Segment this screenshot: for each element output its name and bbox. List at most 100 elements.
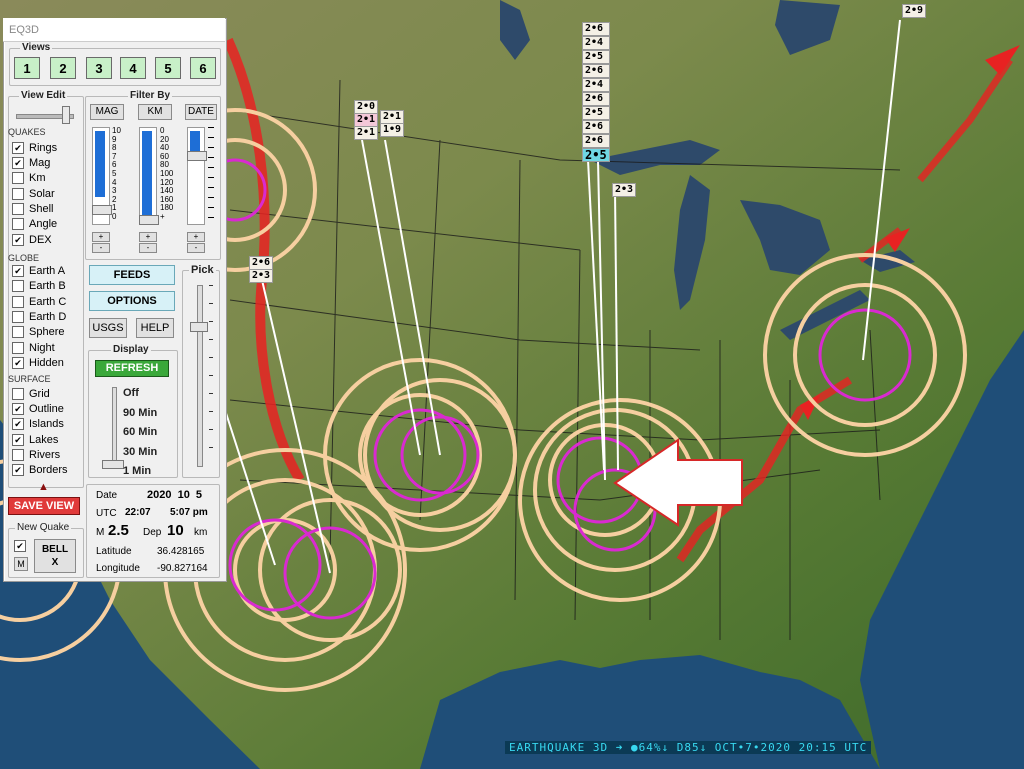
up-arrow-icon: ▲ [38,481,49,493]
checkbox-earth-d[interactable]: Earth D [12,310,66,324]
mag-tag: 2•4 [582,78,610,92]
checkbox-hidden[interactable]: ✔ Hidden [12,356,64,370]
pick-slider-track[interactable] [197,285,203,467]
filter-date-button[interactable]: DATE [185,104,217,120]
filter-km-button[interactable]: KM [138,104,172,120]
mag-scale: 10 9 8 7 6 5 4 3 2 1 0 [112,126,121,222]
checkbox-lakes[interactable]: ✔ Lakes [12,433,58,447]
display-slider-thumb[interactable] [102,460,124,469]
longitude-value: -90.827164 [157,563,208,574]
mag-tag: 2•6 [249,256,274,270]
checkbox-earth-b[interactable]: Earth B [12,279,66,293]
check-mark: ✔ [12,464,24,477]
view-edit-slider-thumb[interactable] [62,106,70,124]
display-option[interactable]: 60 Min [123,423,157,443]
km-slider-thumb[interactable] [139,215,159,225]
checkbox-new-quake[interactable]: ✔ [14,539,31,553]
check-empty [12,203,24,216]
checkbox-dex[interactable]: ✔ DEX [12,233,52,247]
checkbox-islands[interactable]: ✔ Islands [12,417,64,431]
options-button[interactable]: OPTIONS [89,291,175,311]
date-value: 2020 10 5 [147,489,203,501]
bell-button[interactable]: BELL X [34,539,76,573]
checkbox-km[interactable]: Km [12,171,46,185]
display-label: Display [111,344,151,356]
mag-tag: 2•9 [902,4,927,18]
date-scale [208,127,214,223]
dep-unit: km [194,527,208,538]
pick-ticks [209,285,213,465]
mag-label: M [96,527,105,538]
bell-x: X [51,557,59,568]
help-button[interactable]: HELP [136,318,174,338]
mag-plus-button[interactable]: + [92,232,110,242]
mag-minus-button[interactable]: - [92,243,110,253]
mag-tag: 2•6 [582,22,610,36]
checkbox-night[interactable]: Night [12,341,55,355]
date-plus-button[interactable]: + [187,232,205,242]
mag-tag: 2•1 [354,126,379,140]
display-option[interactable]: 30 Min [123,443,157,463]
mag-tick: 0 [112,211,117,221]
bell-label: BELL [41,544,69,555]
utc-label: UTC [96,508,117,519]
checkbox-rivers[interactable]: Rivers [12,448,60,462]
save-view-button[interactable]: SAVE VIEW [8,497,80,515]
mag-tag: 2•6 [582,134,610,148]
filter-mag-button[interactable]: MAG [90,104,124,120]
km-slider-fill [142,131,152,217]
mag-tag: 2•4 [582,36,610,50]
date-slider-thumb[interactable] [187,151,207,161]
mag-slider-thumb[interactable] [92,205,112,215]
display-options: Off 90 Min 60 Min 30 Min 1 Min [123,384,157,482]
checkbox-angle[interactable]: Angle [12,217,57,231]
view-button-6[interactable]: 6 [190,57,216,79]
check-empty [12,311,24,324]
checkbox-solar[interactable]: Solar [12,187,55,201]
filter-label: Filter By [128,90,173,102]
view-button-2[interactable]: 2 [50,57,76,79]
usgs-button[interactable]: USGS [89,318,127,338]
refresh-button[interactable]: REFRESH [95,360,169,377]
pick-slider-thumb[interactable] [190,322,208,332]
view-button-1[interactable]: 1 [14,57,40,79]
dep-label: Dep [143,527,162,538]
checkbox-earth-c[interactable]: Earth C [12,295,66,309]
display-option[interactable]: Off [123,384,157,404]
local-time: 5:07 pm [170,507,208,518]
checkbox-outline[interactable]: ✔ Outline [12,402,64,416]
mag-tag: 2•1 [354,113,379,127]
check-empty [12,342,24,355]
km-minus-button[interactable]: - [139,243,157,253]
check-empty [12,188,24,201]
globe-section-label: GLOBE [8,253,40,263]
display-option[interactable]: 1 Min [123,462,157,482]
mag-tag: 2•3 [249,269,274,283]
quakes-section-label: QUAKES [8,127,46,137]
date-minus-button[interactable]: - [187,243,205,253]
checkbox-earth-a[interactable]: ✔ Earth A [12,264,65,278]
pick-label: Pick [189,264,216,276]
check-mark: ✔ [14,540,26,553]
feeds-button[interactable]: FEEDS [89,265,175,285]
view-button-3[interactable]: 3 [86,57,112,79]
km-plus-button[interactable]: + [139,232,157,242]
mag-tag: 2•6 [582,64,610,78]
checkbox-shell[interactable]: Shell [12,202,53,216]
checkbox-sphere[interactable]: Sphere [12,325,64,339]
check-empty [12,296,24,309]
check-mark: ✔ [12,434,24,447]
m-button[interactable]: M [14,557,28,571]
view-button-4[interactable]: 4 [120,57,146,79]
checkbox-mag[interactable]: ✔ Mag [12,156,50,170]
display-option[interactable]: 90 Min [123,404,157,424]
checkbox-rings[interactable]: ✔ Rings [12,141,57,155]
check-mark: ✔ [12,157,24,170]
mag-value: 2.5 [108,522,129,539]
checkbox-grid[interactable]: Grid [12,387,50,401]
display-slider-track[interactable] [112,387,117,467]
check-mark: ✔ [12,403,24,416]
view-button-5[interactable]: 5 [155,57,181,79]
mag-tag: 2•5 [582,106,610,120]
checkbox-borders[interactable]: ✔ Borders [12,463,68,477]
